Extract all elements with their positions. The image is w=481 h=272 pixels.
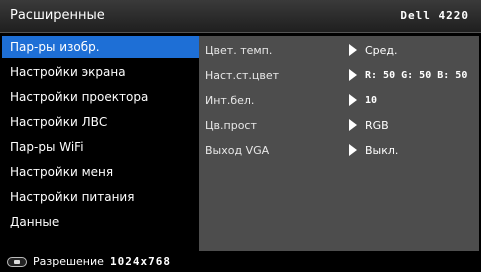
sidebar-item-projector-settings[interactable]: Настройки проектора bbox=[2, 86, 199, 108]
arrow-right-icon bbox=[349, 69, 357, 81]
resolution-label: Разрешение bbox=[33, 255, 104, 268]
setting-row-white-intensity[interactable]: Инт.бел. 10 bbox=[199, 91, 479, 111]
sidebar-item-menu-settings[interactable]: Настройки меня bbox=[2, 161, 199, 183]
setting-value: 10 bbox=[365, 95, 378, 106]
settings-panel: Цвет. темп. Сред. Наст.ст.цвет R: 50 G: … bbox=[199, 36, 479, 251]
status-bar: Разрешение 1024x768 bbox=[0, 252, 481, 272]
setting-label: Цвет. темп. bbox=[205, 44, 273, 57]
sidebar-item-lan-settings[interactable]: Настройки ЛВС bbox=[2, 111, 199, 133]
setting-value: RGB bbox=[365, 119, 389, 132]
setting-label: Цв.прост bbox=[205, 119, 257, 132]
arrow-right-icon bbox=[349, 119, 357, 131]
setting-row-custom-color[interactable]: Наст.ст.цвет R: 50 G: 50 B: 50 bbox=[199, 66, 479, 86]
setting-value: Сред. bbox=[365, 44, 398, 57]
arrow-right-icon bbox=[349, 94, 357, 106]
sidebar-item-wifi-settings[interactable]: Пар-ры WiFi bbox=[2, 136, 199, 158]
menu-header: Расширенные Dell 4220 bbox=[0, 0, 481, 33]
setting-row-color-temp[interactable]: Цвет. темп. Сред. bbox=[199, 41, 479, 61]
arrow-right-icon bbox=[349, 44, 357, 56]
setting-value: R: 50 G: 50 B: 50 bbox=[365, 70, 468, 81]
setting-label: Наст.ст.цвет bbox=[205, 69, 280, 82]
sidebar-item-display-settings[interactable]: Настройки экрана bbox=[2, 61, 199, 83]
resolution-value: 1024x768 bbox=[110, 255, 171, 268]
setting-value: Выкл. bbox=[365, 144, 399, 157]
sidebar: Пар-ры изобр. Настройки экрана Настройки… bbox=[2, 36, 199, 251]
arrow-right-icon bbox=[349, 144, 357, 156]
sidebar-item-image-settings[interactable]: Пар-ры изобр. bbox=[2, 36, 199, 58]
sidebar-item-power-settings[interactable]: Настройки питания bbox=[2, 186, 199, 208]
sidebar-item-information[interactable]: Данные bbox=[2, 211, 199, 233]
setting-label: Инт.бел. bbox=[205, 94, 255, 107]
osd-menu: Расширенные Dell 4220 Пар-ры изобр. Наст… bbox=[0, 0, 481, 272]
setting-row-color-space[interactable]: Цв.прост RGB bbox=[199, 116, 479, 136]
menu-title: Расширенные bbox=[10, 8, 105, 23]
video-input-icon bbox=[7, 257, 27, 267]
setting-label: Выход VGA bbox=[205, 144, 270, 157]
setting-row-vga-output[interactable]: Выход VGA Выкл. bbox=[199, 141, 479, 161]
model-name: Dell 4220 bbox=[400, 9, 469, 22]
